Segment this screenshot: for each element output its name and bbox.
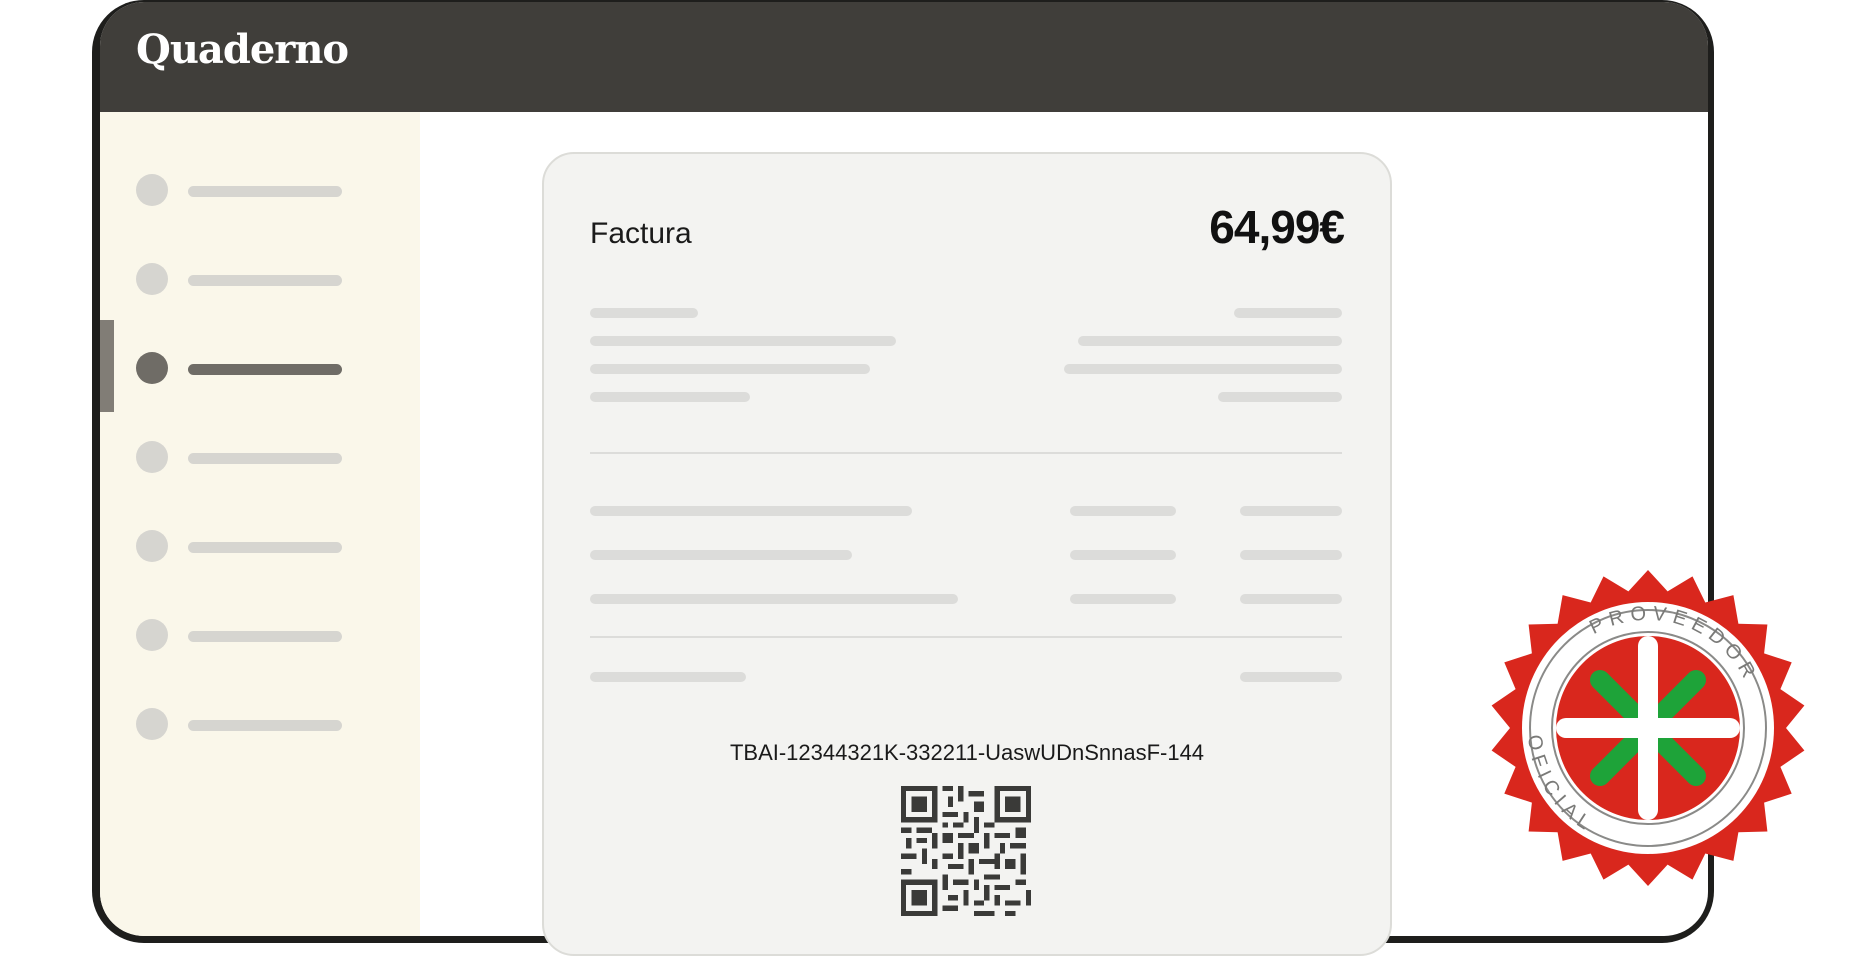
invoice-title: Factura — [590, 217, 692, 250]
text-placeholder — [590, 364, 870, 374]
sidebar-item-label-placeholder — [188, 542, 342, 553]
sidebar-item-5[interactable] — [136, 530, 376, 566]
invoice-card: Factura 64,99€ TBAI-12344321K-332211-Uas… — [542, 152, 1392, 956]
text-placeholder — [590, 308, 698, 318]
invoice-amount: 64,99€ — [1209, 201, 1345, 253]
app-logo[interactable]: Quaderno — [136, 26, 349, 73]
sidebar-item-label-placeholder — [188, 631, 342, 642]
sidebar-item-label-placeholder — [188, 364, 342, 375]
sidebar-item-label-placeholder — [188, 720, 342, 731]
sidebar-item-icon — [136, 708, 168, 740]
sidebar-item-icon — [136, 530, 168, 562]
qr-code-icon — [901, 786, 1031, 916]
top-bar: Quaderno — [100, 2, 1708, 112]
sidebar-item-icon — [136, 619, 168, 651]
sidebar-item-4[interactable] — [136, 441, 376, 477]
text-placeholder — [590, 336, 896, 346]
line-item-placeholder — [1070, 506, 1176, 516]
line-item-placeholder — [1240, 550, 1342, 560]
line-item-placeholder — [590, 550, 852, 560]
official-provider-seal: PROVEEDOR OFICIAL — [1491, 570, 1805, 886]
sidebar-item-7[interactable] — [136, 708, 376, 744]
sidebar — [100, 112, 420, 936]
sidebar-active-indicator — [100, 320, 114, 412]
text-placeholder — [1078, 336, 1342, 346]
sidebar-item-3-active[interactable] — [136, 352, 376, 388]
text-placeholder — [590, 392, 750, 402]
sidebar-item-label-placeholder — [188, 186, 342, 197]
total-placeholder — [1240, 672, 1342, 682]
line-item-placeholder — [1240, 594, 1342, 604]
text-placeholder — [1064, 364, 1342, 374]
divider — [590, 452, 1342, 454]
sidebar-item-icon — [136, 263, 168, 295]
line-item-placeholder — [1070, 594, 1176, 604]
sidebar-item-icon — [136, 441, 168, 473]
line-item-placeholder — [590, 506, 912, 516]
line-item-placeholder — [1240, 506, 1342, 516]
sidebar-item-label-placeholder — [188, 453, 342, 464]
divider — [590, 636, 1342, 638]
sidebar-item-label-placeholder — [188, 275, 342, 286]
line-item-placeholder — [1070, 550, 1176, 560]
total-placeholder — [590, 672, 746, 682]
sidebar-item-2[interactable] — [136, 263, 376, 299]
sidebar-item-6[interactable] — [136, 619, 376, 655]
sidebar-item-1[interactable] — [136, 174, 376, 210]
sidebar-item-icon — [136, 352, 168, 384]
text-placeholder — [1218, 392, 1342, 402]
tbai-code: TBAI-12344321K-332211-UaswUDnSnnasF-144 — [729, 740, 1205, 765]
text-placeholder — [1234, 308, 1342, 318]
sidebar-item-icon — [136, 174, 168, 206]
line-item-placeholder — [590, 594, 958, 604]
